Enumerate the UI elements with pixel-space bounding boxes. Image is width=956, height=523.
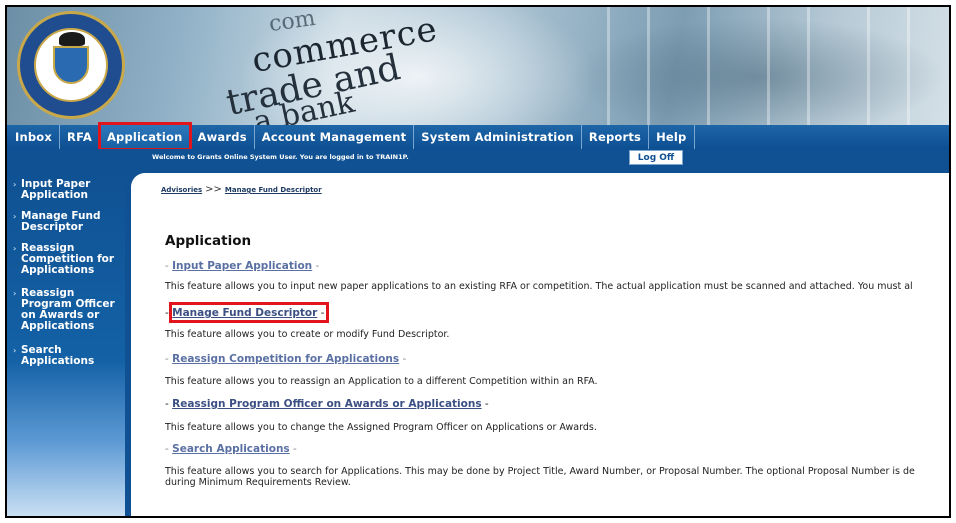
tab-awards[interactable]: Awards [191, 125, 255, 149]
chevron-right-icon: › [13, 346, 17, 355]
search-applications-description: This feature allows you to search for Ap… [165, 466, 915, 477]
reassign-program-officer-description: This feature allows you to change the As… [165, 422, 597, 433]
input-paper-application-link[interactable]: Input Paper Application [172, 260, 312, 272]
chevron-right-icon: › [13, 289, 17, 298]
reassign-competition-link[interactable]: Reassign Competition for Applications [172, 353, 399, 365]
tab-reports[interactable]: Reports [582, 125, 650, 149]
sidebar: › Input Paper Application › Manage Fund … [7, 165, 125, 516]
welcome-message: Welcome to Grants Online System User. Yo… [152, 153, 409, 161]
sidebar-item-label: Reassign Competition for Applications [21, 242, 115, 276]
tab-inbox[interactable]: Inbox [7, 125, 61, 149]
input-paper-application-description: This feature allows you to input new pap… [165, 281, 913, 292]
breadcrumb-separator: >> [205, 184, 222, 195]
chevron-right-icon: › [13, 212, 17, 221]
sidebar-item-label: Search Applications [21, 344, 95, 367]
sidebar-item-label: Input Paper Application [21, 178, 91, 201]
section-search-applications: - Search Applications - [165, 443, 297, 455]
shield-icon [53, 46, 89, 84]
sidebar-item-manage-fund-descriptor[interactable]: › Manage Fund Descriptor [13, 211, 123, 233]
department-seal-logo [17, 11, 125, 119]
sidebar-item-input-paper-application[interactable]: › Input Paper Application [13, 179, 123, 201]
section-reassign-program-officer: - Reassign Program Officer on Awards or … [165, 398, 489, 410]
chevron-right-icon: › [13, 244, 17, 253]
content-panel: Advisories >> Manage Fund Descriptor Appli… [131, 173, 949, 516]
highlight-box [169, 302, 329, 323]
main-nav: Inbox RFA Application Awards Account Man… [7, 122, 949, 151]
tab-account-management[interactable]: Account Management [255, 125, 415, 149]
tab-rfa[interactable]: RFA [60, 125, 100, 149]
eagle-icon [59, 32, 85, 46]
search-applications-link[interactable]: Search Applications [172, 443, 290, 455]
tab-system-administration[interactable]: System Administration [414, 125, 582, 149]
logoff-button[interactable]: Log Off [629, 150, 683, 165]
tab-application[interactable]: Application [97, 122, 192, 151]
manage-fund-descriptor-description: This feature allows you to create or mod… [165, 329, 450, 340]
breadcrumb-advisories-link[interactable]: Advisories [161, 186, 202, 194]
sidebar-item-search-applications[interactable]: › Search Applications [13, 345, 123, 367]
search-applications-description-line2: during Minimum Requirements Review. [165, 477, 351, 488]
reassign-program-officer-link[interactable]: Reassign Program Officer on Awards or Ap… [172, 398, 481, 410]
section-reassign-competition: - Reassign Competition for Applications … [165, 353, 407, 365]
breadcrumb: Advisories >> Manage Fund Descriptor [161, 184, 322, 195]
welcome-bar: Welcome to Grants Online System User. Yo… [7, 149, 949, 165]
section-input-paper-application: - Input Paper Application - [165, 260, 320, 272]
breadcrumb-current-link[interactable]: Manage Fund Descriptor [225, 186, 322, 194]
sidebar-item-reassign-program-officer[interactable]: › Reassign Program Officer on Awards or … [13, 288, 123, 332]
chevron-right-icon: › [13, 180, 17, 189]
tab-help[interactable]: Help [649, 125, 695, 149]
page-title: Application [165, 233, 252, 249]
sidebar-item-reassign-competition[interactable]: › Reassign Competition for Applications [13, 243, 123, 276]
browser-frame: com commerce trade and a bank Inbox RFA … [5, 5, 951, 518]
reassign-competition-description: This feature allows you to reassign an A… [165, 376, 598, 387]
sidebar-item-label: Reassign Program Officer on Awards or Ap… [21, 287, 115, 332]
sidebar-item-label: Manage Fund Descriptor [21, 210, 101, 233]
